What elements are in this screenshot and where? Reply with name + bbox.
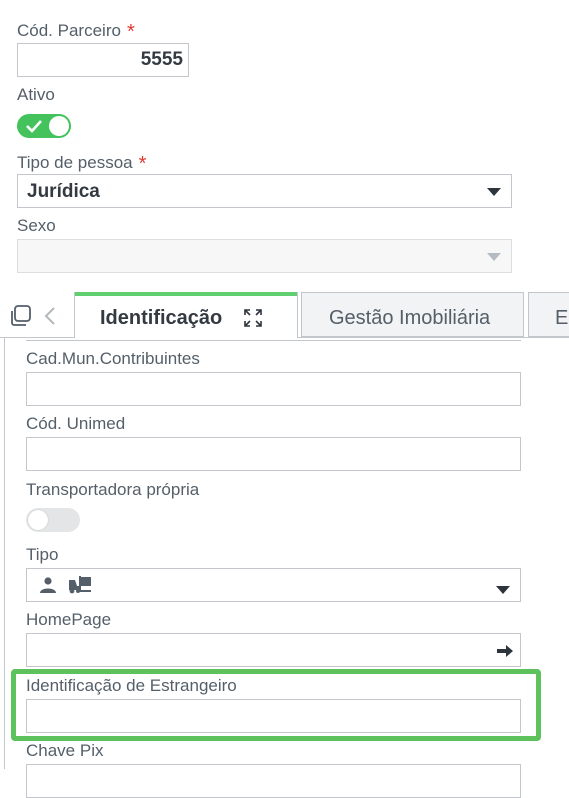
cod-parceiro-input[interactable]: 5555	[17, 43, 189, 77]
estrangeiro-label: Identificação de Estrangeiro	[26, 676, 237, 695]
estrangeiro-input[interactable]	[26, 699, 521, 733]
cod-parceiro-value: 5555	[140, 49, 183, 70]
transportadora-toggle[interactable]	[26, 508, 80, 532]
person-icon	[40, 577, 56, 593]
required-marker: *	[138, 153, 147, 175]
transportadora-label: Transportadora própria	[26, 480, 200, 499]
ativo-toggle[interactable]	[17, 114, 71, 138]
tipo-select[interactable]	[26, 568, 521, 602]
chevron-down-icon	[487, 253, 501, 261]
chevron-down-icon	[487, 188, 501, 196]
panel-border-left	[4, 337, 5, 769]
ativo-label: Ativo	[17, 85, 55, 104]
cod-unimed-input[interactable]	[26, 437, 521, 471]
chave-pix-input[interactable]	[26, 764, 521, 798]
arrow-right-icon[interactable]	[496, 644, 514, 658]
scrolled-field-edge	[26, 329, 521, 341]
tab-gestao-label: Gestão Imobiliária	[329, 307, 491, 329]
cad-mun-label: Cad.Mun.Contribuintes	[26, 349, 200, 368]
chevron-left-icon[interactable]	[43, 306, 57, 326]
chave-pix-label: Chave Pix	[26, 741, 104, 760]
tab-active-indicator	[75, 292, 297, 296]
tipo-pessoa-label: Tipo de pessoa *	[17, 153, 147, 175]
tab-e-label: E	[555, 307, 569, 329]
sexo-label: Sexo	[17, 216, 56, 235]
toggle-knob	[28, 510, 48, 530]
forklift-icon	[69, 576, 91, 594]
cad-mun-input[interactable]	[26, 372, 521, 406]
sexo-select[interactable]	[17, 239, 512, 273]
toggle-knob	[49, 116, 69, 136]
tipo-pessoa-value: Jurídica	[27, 181, 100, 202]
tipo-label: Tipo	[26, 545, 59, 564]
required-marker: *	[126, 21, 135, 43]
chevron-down-icon	[496, 586, 510, 594]
cod-parceiro-label: Cód. Parceiro *	[17, 21, 135, 43]
cod-unimed-label: Cód. Unimed	[26, 414, 126, 433]
tipo-pessoa-select[interactable]: Jurídica	[17, 174, 512, 208]
homepage-input[interactable]	[26, 633, 521, 667]
check-icon	[26, 120, 42, 133]
homepage-label: HomePage	[26, 610, 112, 629]
copy-icon[interactable]	[9, 304, 33, 328]
expand-icon[interactable]	[243, 308, 263, 328]
tab-identificacao-label: Identificação	[100, 307, 223, 329]
tab-e[interactable]: E	[528, 292, 569, 337]
